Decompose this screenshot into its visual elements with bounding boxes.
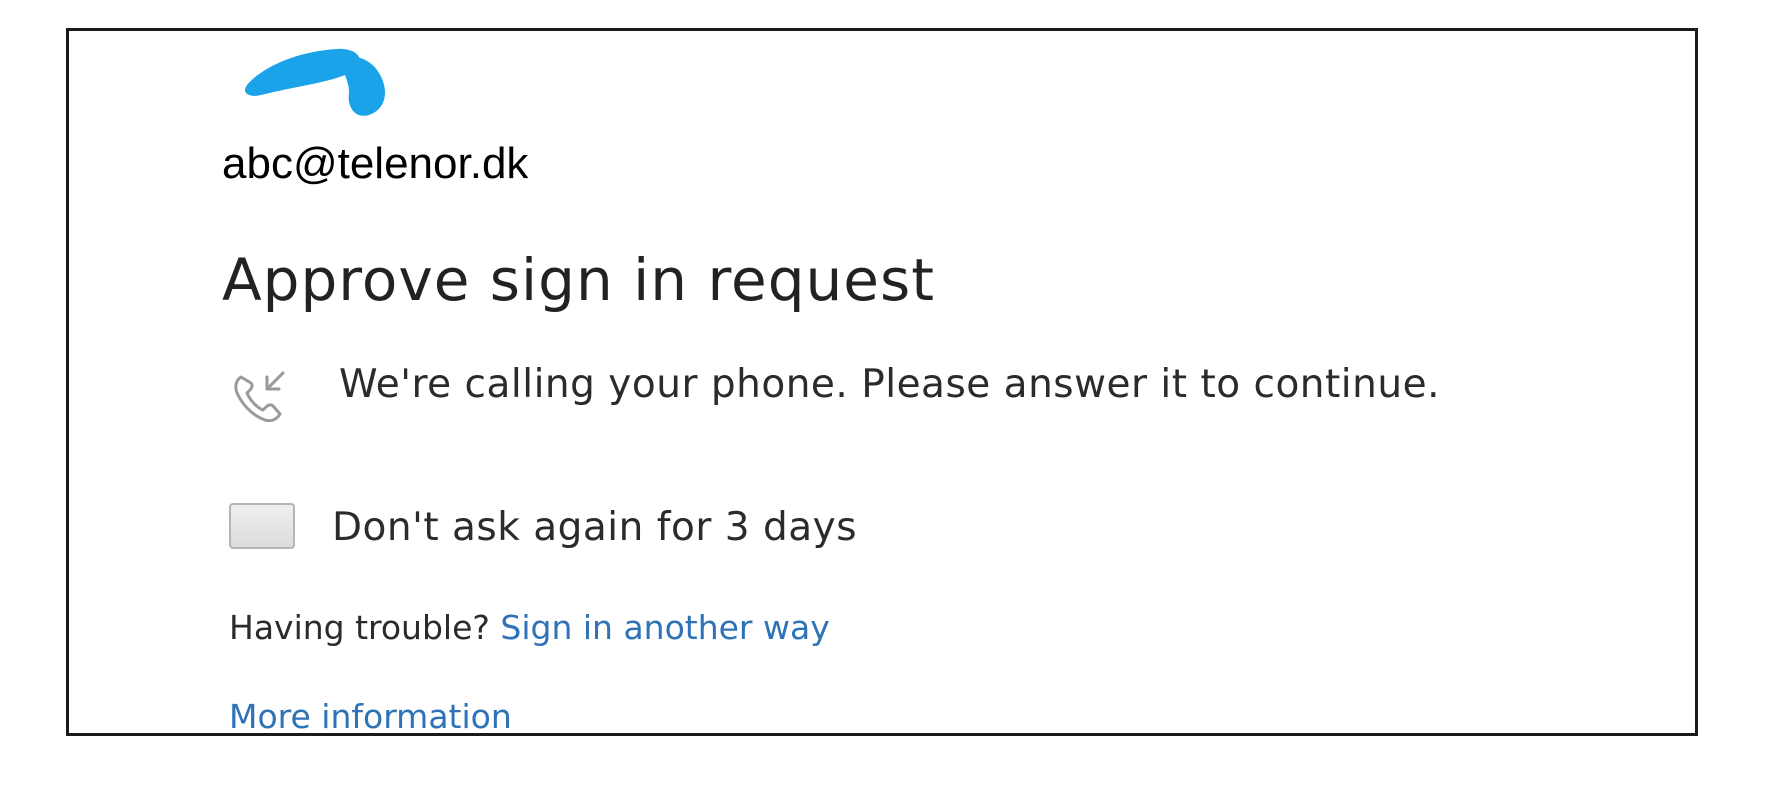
calling-message: We're calling your phone. Please answer … <box>339 362 1440 407</box>
account-email: abc@telenor.dk <box>222 139 529 188</box>
page-title: Approve sign in request <box>222 246 935 314</box>
dont-ask-again-label[interactable]: Don't ask again for 3 days <box>332 505 857 550</box>
trouble-prefix: Having trouble? <box>229 608 490 647</box>
trouble-line: Having trouble? Sign in another way <box>229 608 830 647</box>
sign-in-another-way-link[interactable]: Sign in another way <box>500 608 829 647</box>
incoming-call-icon <box>227 363 291 427</box>
dont-ask-again-checkbox[interactable] <box>229 503 295 549</box>
sign-in-dialog: abc@telenor.dk Approve sign in request W… <box>66 28 1698 736</box>
telenor-logo-icon <box>239 31 409 123</box>
more-information-link[interactable]: More information <box>229 697 512 733</box>
